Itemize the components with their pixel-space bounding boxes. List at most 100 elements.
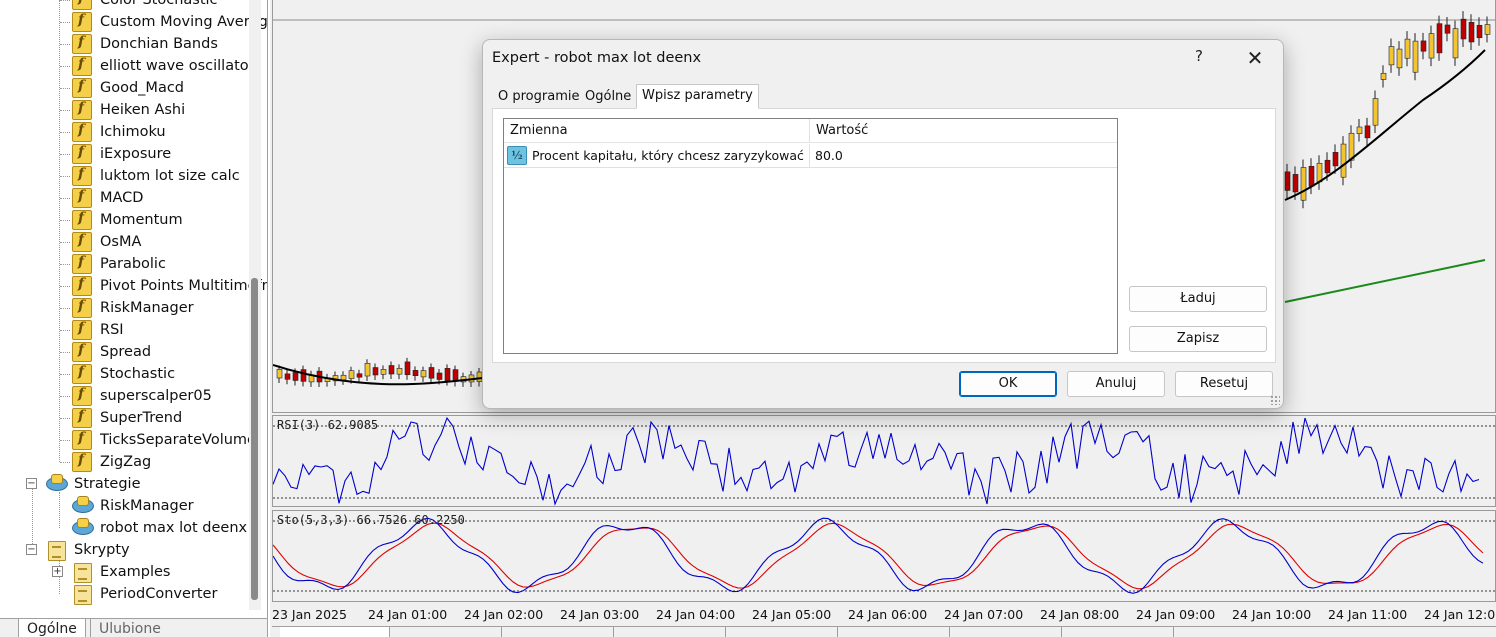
column-header-variable[interactable]: Zmienna (504, 119, 574, 143)
collapse-strategie-toggle[interactable]: − (26, 478, 37, 489)
candle-body (1428, 33, 1435, 59)
tree-item-indicator[interactable]: Spread (72, 341, 151, 363)
help-button[interactable]: ? (1189, 47, 1209, 71)
time-axis-label: 24 Jan 02:00 (464, 607, 544, 622)
expand-examples-toggle[interactable]: + (52, 566, 63, 577)
save-button[interactable]: Zapisz (1129, 326, 1267, 352)
tree-item-indicator[interactable]: Momentum (72, 209, 183, 231)
table-row[interactable]: ½ Procent kapitału, który chcesz zaryzyk… (504, 144, 1117, 168)
tree-item-indicator[interactable]: superscalper05 (72, 385, 212, 407)
chart-tab[interactable] (726, 627, 838, 637)
tree-guide-line (60, 352, 70, 353)
tree-item-indicator[interactable]: Pivot Points Multitimeframe (72, 275, 267, 297)
candle-body (1292, 174, 1299, 193)
collapse-skrypty-toggle[interactable]: − (26, 544, 37, 555)
tree-item-indicator[interactable]: Stochastic (72, 363, 175, 385)
tree-item-indicator[interactable]: iExposure (72, 143, 171, 165)
tree-item-indicator[interactable]: elliott wave oscillator (72, 55, 255, 77)
column-divider (809, 144, 810, 168)
tab-ogolne[interactable]: Ogólne (18, 619, 86, 637)
tree-guide-line (60, 264, 70, 265)
tree-item-indicator[interactable]: TicksSeparateVolume (72, 429, 256, 451)
indicator-label: Parabolic (100, 256, 166, 272)
tree-item-indicator[interactable]: RSI (72, 319, 124, 341)
indicator-icon (72, 100, 92, 120)
tree-item-indicator[interactable]: ZigZag (72, 451, 151, 473)
chart-tab[interactable] (614, 627, 726, 637)
chart-tab[interactable] (390, 627, 502, 637)
candle-body (388, 365, 395, 375)
candle-body (1468, 22, 1475, 43)
tree-item-indicator[interactable]: Parabolic (72, 253, 166, 275)
close-icon: ✕ (1246, 46, 1264, 70)
tree-item-indicator[interactable]: Color Stochastic (72, 0, 218, 11)
navigator-scroll-thumb[interactable] (251, 278, 258, 600)
chart-tab[interactable] (838, 627, 950, 637)
tab-o-programie[interactable]: O programie (493, 86, 584, 108)
ok-button[interactable]: OK (959, 371, 1057, 397)
tab-wpisz-parametry[interactable]: Wpisz parametry (636, 84, 759, 109)
sto-signal-line (273, 522, 1484, 590)
tab-ulubione[interactable]: Ulubione (90, 619, 169, 637)
tree-guide-line (60, 462, 70, 463)
tree-guide-line (60, 0, 70, 1)
reset-button[interactable]: Resetuj (1175, 371, 1273, 397)
indicator-icon (72, 78, 92, 98)
tree-item-indicator[interactable]: Ichimoku (72, 121, 166, 143)
candle-body (1396, 48, 1403, 69)
candle-body (1444, 24, 1451, 34)
tree-item-indicator[interactable]: MACD (72, 187, 143, 209)
tree-folder-skrypty[interactable]: Skrypty (46, 539, 130, 561)
rsi-pane[interactable]: RSI(3) 62.9085 (272, 415, 1496, 507)
close-button[interactable]: ✕ (1241, 46, 1269, 72)
tree-item-indicator[interactable]: Custom Moving Average (72, 11, 267, 33)
expert-properties-dialog: Expert - robot max lot deenx ? ✕ O progr… (482, 39, 1284, 409)
tree-item-examples[interactable]: Examples (72, 561, 170, 583)
indicator-label: RSI (100, 322, 124, 338)
candle-body (1436, 23, 1443, 54)
tab-ogolne[interactable]: Ogólne (580, 86, 636, 108)
indicator-icon (72, 232, 92, 252)
chart-tab[interactable] (502, 627, 614, 637)
tree-item-indicator[interactable]: luktom lot size calc (72, 165, 240, 187)
column-header-value[interactable]: Wartość (810, 119, 874, 143)
time-axis-label: 24 Jan 11:00 (1328, 607, 1408, 622)
tree-item-periodconverter[interactable]: PeriodConverter (72, 583, 217, 605)
tree-item-indicator[interactable]: Donchian Bands (72, 33, 218, 55)
tree-item-indicator[interactable]: Heiken Ashi (72, 99, 185, 121)
time-axis-label: 24 Jan 01:00 (368, 607, 448, 622)
candle-body (404, 361, 411, 376)
parameter-name: Procent kapitału, który chcesz zaryzykow… (532, 148, 807, 163)
load-button[interactable]: Ładuj (1129, 286, 1267, 312)
tree-item-indicator[interactable]: SuperTrend (72, 407, 182, 429)
candle-body (1484, 24, 1491, 35)
chart-tab[interactable] (950, 627, 1062, 637)
stochastic-pane[interactable]: Sto(5,3,3) 66.7526 60.2250 (272, 510, 1496, 602)
tree-guide-line (60, 154, 70, 155)
indicator-icon (72, 430, 92, 450)
chart-tab[interactable] (1062, 627, 1174, 637)
time-axis-label: 24 Jan 05:00 (752, 607, 832, 622)
tree-item-riskmanager-expert[interactable]: RiskManager (72, 495, 194, 517)
tree-guide-line (60, 198, 70, 199)
tree-folder-strategie[interactable]: Strategie (46, 473, 141, 495)
indicator-icon (72, 452, 92, 472)
tab-panel: Zmienna Wartość ½ Procent kapitału, któr… (492, 108, 1276, 363)
parameters-grid[interactable]: Zmienna Wartość ½ Procent kapitału, któr… (503, 118, 1118, 354)
navigator-scrollbar[interactable] (249, 0, 261, 610)
tree-guide-line (60, 242, 70, 243)
tree-item-indicator[interactable]: OsMA (72, 231, 141, 253)
tree-item-indicator[interactable]: RiskManager (72, 297, 194, 319)
rsi-canvas (273, 416, 1495, 506)
time-axis-label: 24 Jan 06:00 (848, 607, 928, 622)
script-icon (72, 584, 92, 605)
time-axis-label: 24 Jan 09:00 (1136, 607, 1216, 622)
parameter-value[interactable]: 80.0 (815, 148, 843, 163)
cancel-button[interactable]: Anuluj (1067, 371, 1165, 397)
tree-item-robot-max-lot-deenx[interactable]: robot max lot deenx (72, 517, 247, 539)
resize-grip[interactable] (1270, 395, 1280, 405)
chart-tab[interactable] (280, 627, 390, 637)
tree-guide-line (60, 132, 70, 133)
candle-body (1284, 171, 1291, 191)
tree-item-indicator[interactable]: Good_Macd (72, 77, 184, 99)
